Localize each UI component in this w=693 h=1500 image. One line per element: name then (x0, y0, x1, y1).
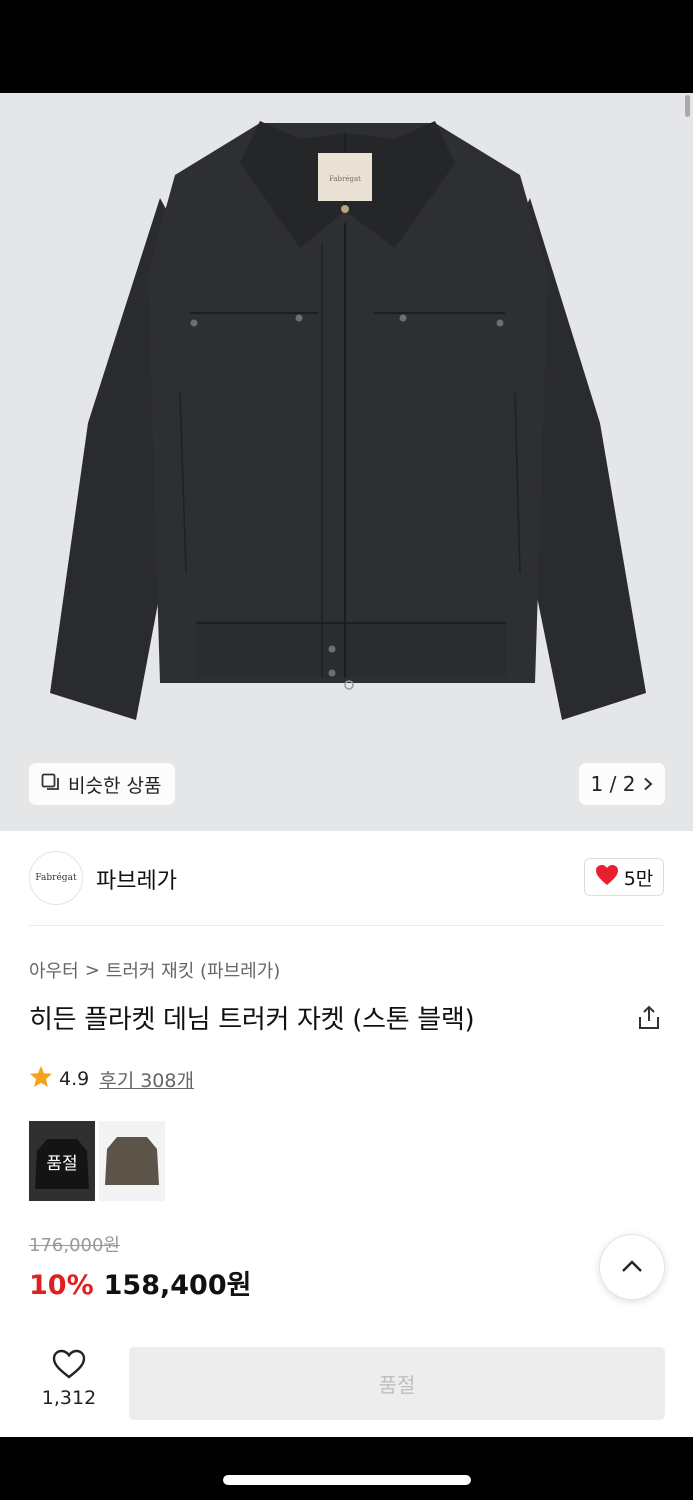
original-price: 176,000원 (29, 1235, 120, 1256)
star-icon (29, 1065, 53, 1093)
wishlist-count: 1,312 (41, 1387, 97, 1409)
soldout-label: 품절 (29, 1121, 95, 1201)
variant-thumb-brown[interactable] (99, 1121, 165, 1201)
discount-rate: 10% (29, 1270, 94, 1301)
divider (29, 925, 665, 926)
rating-row: 4.9 후기 308개 (29, 1065, 194, 1093)
product-detail-screen: Fabrégat 비슷한 상품 1 / 2 Fabrégat 파브레가 5만 아… (0, 93, 693, 1437)
product-image: Fabrégat (50, 121, 646, 720)
page-indicator-text: 1 / 2 (590, 772, 636, 796)
chevron-up-icon (621, 1258, 643, 1277)
purchase-button-disabled[interactable]: 품절 (129, 1347, 665, 1420)
similar-items-button[interactable]: 비슷한 상품 (29, 763, 176, 805)
breadcrumb: 아우터 > 트러커 재킷 (파브레가) (29, 957, 280, 983)
breadcrumb-subcategory[interactable]: 트러커 재킷 (파브레가) (106, 957, 281, 983)
variant-thumb-black[interactable]: 품절 (29, 1121, 95, 1201)
image-page-indicator[interactable]: 1 / 2 (579, 763, 665, 805)
scrollbar[interactable] (685, 95, 690, 117)
color-variants: 품절 (29, 1121, 165, 1201)
svg-text:Fabrégat: Fabrégat (329, 175, 361, 183)
heart-filled-icon (595, 864, 619, 891)
variant-image (99, 1121, 165, 1201)
brand-logo[interactable]: Fabrégat (29, 851, 83, 905)
chevron-right-icon (643, 772, 653, 796)
review-count-link[interactable]: 후기 308개 (99, 1066, 194, 1093)
scroll-top-button[interactable] (599, 1234, 665, 1300)
breadcrumb-category[interactable]: 아우터 (29, 957, 79, 983)
product-title: 히든 플라켓 데님 트러커 자켓 (스톤 블랙) (29, 1005, 475, 1035)
share-icon[interactable] (636, 1005, 662, 1035)
heart-outline-icon (52, 1349, 86, 1383)
similar-items-label: 비슷한 상품 (68, 774, 162, 797)
similar-items-icon (41, 773, 61, 796)
product-image-carousel[interactable]: Fabrégat 비슷한 상품 1 / 2 (0, 93, 693, 831)
brand-name[interactable]: 파브레가 (96, 863, 177, 895)
brand-like-button[interactable]: 5만 (584, 858, 664, 896)
wishlist-button[interactable]: 1,312 (38, 1349, 100, 1409)
rating-score: 4.9 (59, 1068, 90, 1090)
price-row: 10% 158,400원 (29, 1263, 251, 1302)
sale-price: 158,400원 (103, 1270, 252, 1301)
breadcrumb-separator: > (84, 959, 100, 981)
home-indicator[interactable] (223, 1475, 471, 1485)
brand-like-count: 5만 (623, 867, 654, 890)
